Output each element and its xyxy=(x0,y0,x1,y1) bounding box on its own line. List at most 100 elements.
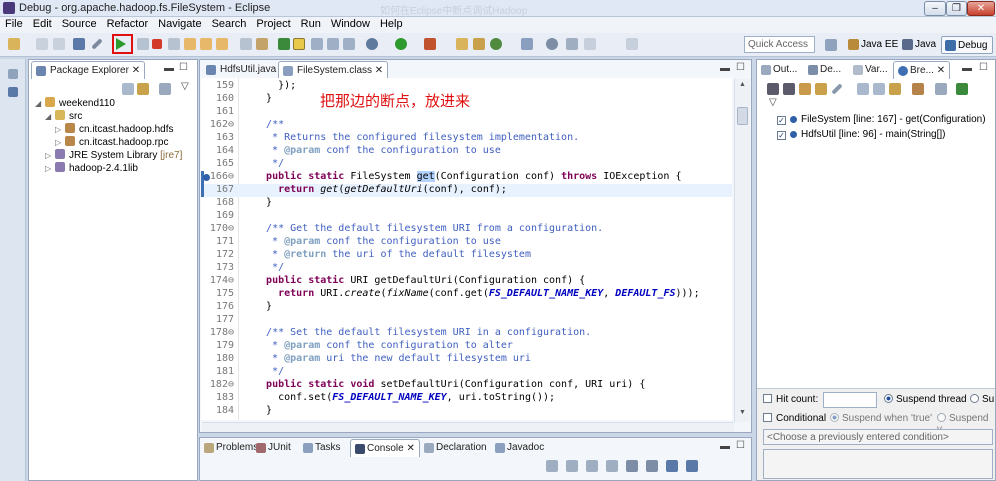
maximize-view-icon[interactable]: ☐ xyxy=(179,62,188,73)
maximize-button[interactable]: ❐ xyxy=(946,1,967,16)
code-line[interactable]: 171 * @param conf the configuration to u… xyxy=(201,236,732,249)
skip-breakpoints-icon[interactable] xyxy=(91,38,103,50)
tab-filesystem-class[interactable]: FileSystem.class ✕ xyxy=(278,61,389,79)
perspective-java[interactable]: Java xyxy=(899,36,939,54)
print-icon[interactable] xyxy=(73,38,85,50)
editor-scrollbar[interactable]: ▲ ▼ xyxy=(734,79,750,422)
code-line[interactable]: 174⊖ public static URI getDefaultUri(Con… xyxy=(201,275,732,288)
expand-all-icon[interactable] xyxy=(857,83,869,95)
code-line[interactable]: 175 return URI.create(fixName(conf.get(F… xyxy=(201,288,732,301)
menu-file[interactable]: File xyxy=(0,17,28,30)
menu-help[interactable]: Help xyxy=(375,17,408,30)
close-icon[interactable]: ✕ xyxy=(406,443,414,454)
tree-item-src[interactable]: ◢ src xyxy=(35,110,182,123)
radio-icon[interactable] xyxy=(970,394,979,403)
console-toolbar-icon[interactable] xyxy=(626,460,638,472)
menu-source[interactable]: Source xyxy=(57,17,102,30)
code-line[interactable]: 170⊖ /** Get the default filesystem URI … xyxy=(201,223,732,236)
tab-hdfsutil[interactable]: HdfsUtil.java xyxy=(202,61,280,79)
step-into-icon[interactable] xyxy=(184,38,196,50)
tab-breakpoints[interactable]: Bre... ✕ xyxy=(893,61,951,79)
console-toolbar-icon[interactable] xyxy=(686,460,698,472)
suspend-icon[interactable] xyxy=(137,38,149,50)
save-all-icon[interactable] xyxy=(53,38,65,50)
menu-search[interactable]: Search xyxy=(207,17,252,30)
code-line[interactable]: 162⊖ /** xyxy=(201,119,732,132)
minimize-view-icon[interactable]: ▬ xyxy=(962,63,972,74)
block-selection-icon[interactable] xyxy=(327,38,339,50)
restore-icon[interactable] xyxy=(8,69,18,79)
code-line[interactable]: 172 * @return the uri of the default fil… xyxy=(201,249,732,262)
radio-selected-icon[interactable] xyxy=(830,413,839,422)
breakpoint-icon[interactable] xyxy=(203,174,210,181)
toggle-breakpoint-icon[interactable] xyxy=(278,38,290,50)
suspend-thread-option[interactable]: Suspend thread xyxy=(884,394,967,405)
console-toolbar-icon[interactable] xyxy=(666,460,678,472)
code-line[interactable]: 179 * @param conf the configuration to a… xyxy=(201,340,732,353)
code-line[interactable]: 173 */ xyxy=(201,262,732,275)
condition-text-area[interactable] xyxy=(763,449,993,479)
checkbox-checked-icon[interactable]: ✓ xyxy=(777,116,786,125)
open-perspective-icon[interactable] xyxy=(825,39,837,51)
minimize-view-icon[interactable]: ▬ xyxy=(720,63,730,74)
hit-count-checkbox[interactable] xyxy=(763,394,772,403)
menu-refactor[interactable]: Refactor xyxy=(102,17,154,30)
collapse-all-icon[interactable] xyxy=(122,83,134,95)
tab-package-explorer[interactable]: Package Explorer ✕ xyxy=(31,61,146,79)
code-line[interactable]: 184 } xyxy=(201,405,732,418)
quick-access-input[interactable]: Quick Access xyxy=(744,36,815,53)
show-supported-breakpoints-icon[interactable] xyxy=(799,83,811,95)
code-line[interactable]: 168 } xyxy=(201,197,732,210)
external-tools-icon[interactable] xyxy=(424,38,436,50)
menu-edit[interactable]: Edit xyxy=(28,17,57,30)
tab-junit[interactable]: JUnit xyxy=(252,439,295,457)
go-to-file-icon[interactable] xyxy=(815,83,827,95)
code-line[interactable]: 166⊖ public static FileSystem get(Config… xyxy=(201,171,732,184)
code-line[interactable]: 183 conf.set(FS_DEFAULT_NAME_KEY, uri.to… xyxy=(201,392,732,405)
tab-outline[interactable]: Out... xyxy=(757,61,801,79)
code-line[interactable]: 163 * Returns the configured filesystem … xyxy=(201,132,732,145)
debug-icon[interactable] xyxy=(366,38,378,50)
remove-breakpoint-icon[interactable] xyxy=(767,83,779,95)
code-line[interactable]: 181 */ xyxy=(201,366,732,379)
java-settings-icon[interactable] xyxy=(956,83,968,95)
search-icon[interactable] xyxy=(546,38,558,50)
editor-hscrollbar[interactable] xyxy=(202,422,734,432)
perspective-java-ee[interactable]: Java EE xyxy=(845,36,901,54)
toggle-highlight-icon[interactable] xyxy=(293,38,305,50)
tab-debug[interactable]: De... xyxy=(804,61,845,79)
package-explorer-mini-icon[interactable] xyxy=(8,87,18,97)
perspective-debug[interactable]: Debug xyxy=(941,36,993,54)
suspend-when-true-option[interactable]: Suspend when 'true' xyxy=(830,413,932,424)
close-icon[interactable]: ✕ xyxy=(375,65,383,76)
collapsed-arrow-icon[interactable]: ▷ xyxy=(45,164,55,173)
tab-variables[interactable]: Var... xyxy=(849,61,892,79)
code-line[interactable]: 167 return get(getDefaultUri(conf), conf… xyxy=(201,184,732,197)
tree-item-project[interactable]: ◢ weekend110 xyxy=(35,97,182,110)
console-toolbar-icon[interactable] xyxy=(586,460,598,472)
maximize-view-icon[interactable]: ☐ xyxy=(979,62,988,73)
tree-item-package-hdfs[interactable]: ▷ cn.itcast.hadoop.hdfs xyxy=(35,123,182,136)
terminate-icon[interactable] xyxy=(152,39,162,49)
condition-combo[interactable]: <Choose a previously entered condition> xyxy=(763,429,993,445)
scroll-thumb[interactable] xyxy=(737,107,748,125)
breakpoint-view-filters-icon[interactable] xyxy=(935,83,947,95)
back-icon[interactable] xyxy=(584,38,596,50)
show-whitespace-icon[interactable] xyxy=(311,38,323,50)
tree-item-package-rpc[interactable]: ▷ cn.itcast.hadoop.rpc xyxy=(35,136,182,149)
conditional-checkbox[interactable] xyxy=(763,413,772,422)
console-toolbar-icon[interactable] xyxy=(646,460,658,472)
tab-declaration[interactable]: Declaration xyxy=(420,439,491,457)
breakpoint-item-filesystem[interactable]: ✓ FileSystem [line: 167] - get(Configurat… xyxy=(777,114,986,129)
menu-run[interactable]: Run xyxy=(296,17,326,30)
use-step-filters-icon[interactable] xyxy=(256,38,268,50)
next-annotation-icon[interactable] xyxy=(566,38,578,50)
expand-arrow-icon[interactable]: ◢ xyxy=(45,112,55,121)
pilcrow-icon[interactable] xyxy=(343,38,355,50)
forward-icon[interactable] xyxy=(626,38,638,50)
code-line[interactable]: 164 * @param conf the configuration to u… xyxy=(201,145,732,158)
hit-count-input[interactable] xyxy=(823,392,877,408)
tree-item-hadoop-lib[interactable]: ▷ hadoop-2.4.1lib xyxy=(35,162,182,175)
add-java-exception-breakpoint-icon[interactable] xyxy=(912,83,924,95)
new-icon[interactable] xyxy=(8,38,20,50)
